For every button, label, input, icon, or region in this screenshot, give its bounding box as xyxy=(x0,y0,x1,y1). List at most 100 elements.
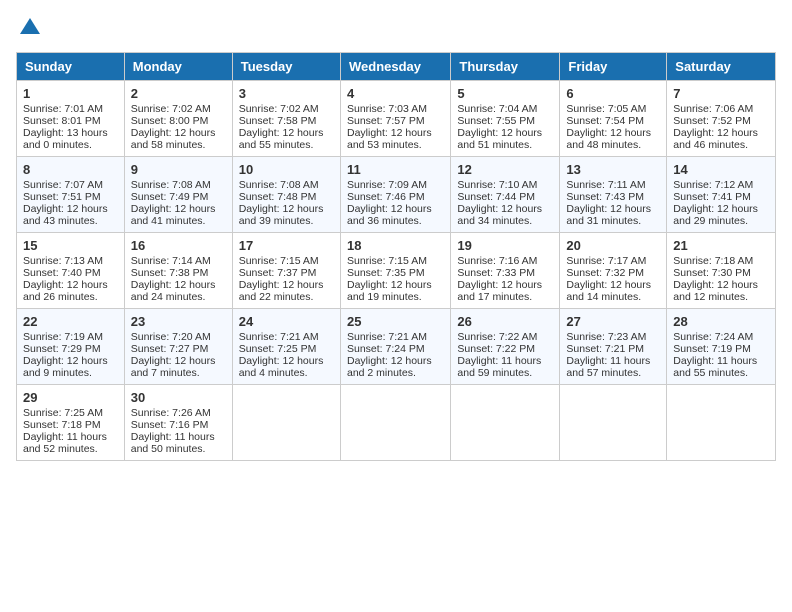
daylight-text: Daylight: 12 hours and 9 minutes. xyxy=(23,355,108,379)
sunrise-text: Sunrise: 7:19 AM xyxy=(23,331,103,343)
daylight-text: Daylight: 12 hours and 31 minutes. xyxy=(566,203,651,227)
day-number: 19 xyxy=(457,238,553,253)
calendar-cell: 4 Sunrise: 7:03 AM Sunset: 7:57 PM Dayli… xyxy=(340,81,450,157)
day-number: 29 xyxy=(23,390,118,405)
sunrise-text: Sunrise: 7:02 AM xyxy=(131,103,211,115)
sunrise-text: Sunrise: 7:15 AM xyxy=(239,255,319,267)
calendar-cell: 7 Sunrise: 7:06 AM Sunset: 7:52 PM Dayli… xyxy=(667,81,776,157)
day-number: 25 xyxy=(347,314,444,329)
calendar-cell xyxy=(451,385,560,461)
sunrise-text: Sunrise: 7:12 AM xyxy=(673,179,753,191)
calendar-body: 1 Sunrise: 7:01 AM Sunset: 8:01 PM Dayli… xyxy=(17,81,776,461)
sunset-text: Sunset: 7:41 PM xyxy=(673,191,751,203)
calendar-week-2: 8 Sunrise: 7:07 AM Sunset: 7:51 PM Dayli… xyxy=(17,157,776,233)
sunrise-text: Sunrise: 7:20 AM xyxy=(131,331,211,343)
day-number: 30 xyxy=(131,390,226,405)
sunrise-text: Sunrise: 7:08 AM xyxy=(131,179,211,191)
daylight-text: Daylight: 12 hours and 4 minutes. xyxy=(239,355,324,379)
calendar-cell: 9 Sunrise: 7:08 AM Sunset: 7:49 PM Dayli… xyxy=(124,157,232,233)
sunrise-text: Sunrise: 7:02 AM xyxy=(239,103,319,115)
sunrise-text: Sunrise: 7:24 AM xyxy=(673,331,753,343)
daylight-text: Daylight: 11 hours and 52 minutes. xyxy=(23,431,107,455)
day-number: 20 xyxy=(566,238,660,253)
day-number: 17 xyxy=(239,238,334,253)
sunset-text: Sunset: 7:58 PM xyxy=(239,115,317,127)
sunrise-text: Sunrise: 7:16 AM xyxy=(457,255,537,267)
daylight-text: Daylight: 12 hours and 58 minutes. xyxy=(131,127,216,151)
day-number: 5 xyxy=(457,86,553,101)
calendar-cell: 28 Sunrise: 7:24 AM Sunset: 7:19 PM Dayl… xyxy=(667,309,776,385)
calendar-cell: 2 Sunrise: 7:02 AM Sunset: 8:00 PM Dayli… xyxy=(124,81,232,157)
day-number: 23 xyxy=(131,314,226,329)
sunset-text: Sunset: 7:49 PM xyxy=(131,191,209,203)
sunrise-text: Sunrise: 7:05 AM xyxy=(566,103,646,115)
sunset-text: Sunset: 7:51 PM xyxy=(23,191,101,203)
calendar-cell: 19 Sunrise: 7:16 AM Sunset: 7:33 PM Dayl… xyxy=(451,233,560,309)
calendar-cell: 10 Sunrise: 7:08 AM Sunset: 7:48 PM Dayl… xyxy=(232,157,340,233)
sunset-text: Sunset: 7:57 PM xyxy=(347,115,425,127)
sunset-text: Sunset: 7:54 PM xyxy=(566,115,644,127)
sunrise-text: Sunrise: 7:15 AM xyxy=(347,255,427,267)
calendar-cell: 26 Sunrise: 7:22 AM Sunset: 7:22 PM Dayl… xyxy=(451,309,560,385)
calendar-cell: 22 Sunrise: 7:19 AM Sunset: 7:29 PM Dayl… xyxy=(17,309,125,385)
calendar-cell: 6 Sunrise: 7:05 AM Sunset: 7:54 PM Dayli… xyxy=(560,81,667,157)
day-number: 27 xyxy=(566,314,660,329)
calendar-cell: 16 Sunrise: 7:14 AM Sunset: 7:38 PM Dayl… xyxy=(124,233,232,309)
daylight-text: Daylight: 12 hours and 24 minutes. xyxy=(131,279,216,303)
sunrise-text: Sunrise: 7:07 AM xyxy=(23,179,103,191)
sunset-text: Sunset: 7:19 PM xyxy=(673,343,751,355)
day-number: 6 xyxy=(566,86,660,101)
daylight-text: Daylight: 12 hours and 51 minutes. xyxy=(457,127,542,151)
daylight-text: Daylight: 12 hours and 41 minutes. xyxy=(131,203,216,227)
daylight-text: Daylight: 11 hours and 55 minutes. xyxy=(673,355,757,379)
daylight-text: Daylight: 12 hours and 2 minutes. xyxy=(347,355,432,379)
day-number: 24 xyxy=(239,314,334,329)
calendar-cell: 30 Sunrise: 7:26 AM Sunset: 7:16 PM Dayl… xyxy=(124,385,232,461)
day-number: 1 xyxy=(23,86,118,101)
daylight-text: Daylight: 12 hours and 12 minutes. xyxy=(673,279,758,303)
calendar-cell xyxy=(340,385,450,461)
sunset-text: Sunset: 8:01 PM xyxy=(23,115,101,127)
calendar-cell: 1 Sunrise: 7:01 AM Sunset: 8:01 PM Dayli… xyxy=(17,81,125,157)
daylight-text: Daylight: 12 hours and 22 minutes. xyxy=(239,279,324,303)
logo-icon xyxy=(18,16,42,40)
logo xyxy=(16,16,42,40)
calendar-cell: 8 Sunrise: 7:07 AM Sunset: 7:51 PM Dayli… xyxy=(17,157,125,233)
sunrise-text: Sunrise: 7:17 AM xyxy=(566,255,646,267)
day-number: 28 xyxy=(673,314,769,329)
day-number: 10 xyxy=(239,162,334,177)
calendar-table: SundayMondayTuesdayWednesdayThursdayFrid… xyxy=(16,52,776,461)
calendar-cell: 15 Sunrise: 7:13 AM Sunset: 7:40 PM Dayl… xyxy=(17,233,125,309)
sunrise-text: Sunrise: 7:03 AM xyxy=(347,103,427,115)
day-number: 13 xyxy=(566,162,660,177)
sunrise-text: Sunrise: 7:14 AM xyxy=(131,255,211,267)
day-number: 4 xyxy=(347,86,444,101)
day-number: 22 xyxy=(23,314,118,329)
daylight-text: Daylight: 12 hours and 26 minutes. xyxy=(23,279,108,303)
calendar-cell: 17 Sunrise: 7:15 AM Sunset: 7:37 PM Dayl… xyxy=(232,233,340,309)
daylight-text: Daylight: 12 hours and 43 minutes. xyxy=(23,203,108,227)
calendar-cell: 21 Sunrise: 7:18 AM Sunset: 7:30 PM Dayl… xyxy=(667,233,776,309)
daylight-text: Daylight: 11 hours and 50 minutes. xyxy=(131,431,215,455)
sunrise-text: Sunrise: 7:11 AM xyxy=(566,179,645,191)
sunrise-text: Sunrise: 7:21 AM xyxy=(239,331,319,343)
sunset-text: Sunset: 7:33 PM xyxy=(457,267,535,279)
daylight-text: Daylight: 12 hours and 14 minutes. xyxy=(566,279,651,303)
day-number: 8 xyxy=(23,162,118,177)
daylight-text: Daylight: 12 hours and 48 minutes. xyxy=(566,127,651,151)
sunset-text: Sunset: 7:27 PM xyxy=(131,343,209,355)
sunset-text: Sunset: 7:35 PM xyxy=(347,267,425,279)
sunrise-text: Sunrise: 7:10 AM xyxy=(457,179,537,191)
sunset-text: Sunset: 7:37 PM xyxy=(239,267,317,279)
daylight-text: Daylight: 12 hours and 46 minutes. xyxy=(673,127,758,151)
sunset-text: Sunset: 7:38 PM xyxy=(131,267,209,279)
day-number: 21 xyxy=(673,238,769,253)
sunset-text: Sunset: 7:55 PM xyxy=(457,115,535,127)
sunset-text: Sunset: 7:43 PM xyxy=(566,191,644,203)
sunset-text: Sunset: 7:21 PM xyxy=(566,343,644,355)
sunset-text: Sunset: 7:40 PM xyxy=(23,267,101,279)
calendar-week-1: 1 Sunrise: 7:01 AM Sunset: 8:01 PM Dayli… xyxy=(17,81,776,157)
calendar-cell xyxy=(667,385,776,461)
sunset-text: Sunset: 7:25 PM xyxy=(239,343,317,355)
sunrise-text: Sunrise: 7:01 AM xyxy=(23,103,103,115)
